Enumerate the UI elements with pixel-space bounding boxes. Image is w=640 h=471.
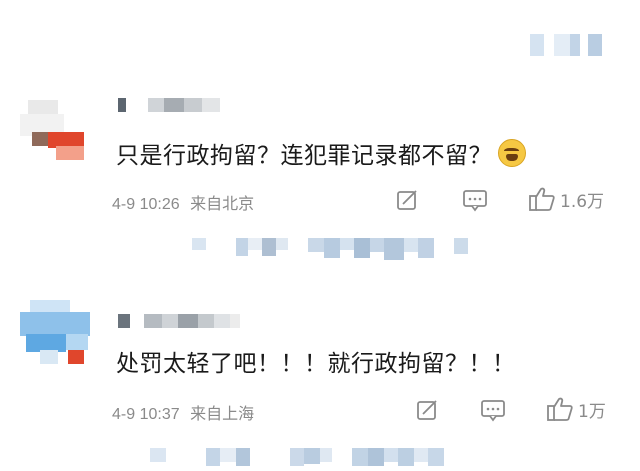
share-button[interactable]: [415, 398, 439, 422]
blurred-top-content: [530, 34, 602, 56]
comment-meta: 4-9 10:37 来自上海: [112, 400, 254, 424]
thumbs-up-icon: [547, 397, 573, 421]
share-icon: [417, 400, 437, 420]
crying-emoji-icon: [498, 139, 526, 167]
reply-button[interactable]: [462, 188, 488, 212]
blurred-reply-preview: [150, 448, 444, 466]
location: 来自北京: [190, 196, 255, 213]
reply-button[interactable]: [480, 398, 506, 422]
like-count: 1.6万: [560, 191, 605, 212]
share-icon: [397, 190, 417, 210]
comment-icon: [481, 400, 505, 422]
comment-icon: [463, 190, 487, 212]
like-button[interactable]: 1.6万: [528, 186, 604, 212]
comment-text: 只是行政拘留？连犯罪记录都不留？: [116, 136, 526, 170]
like-count: 1万: [578, 401, 606, 422]
timestamp: 4-9 10:37: [112, 406, 180, 423]
comment-meta: 4-9 10:26 来自北京: [112, 190, 254, 214]
share-button[interactable]: [395, 188, 419, 212]
blurred-reply-preview: [192, 238, 468, 260]
avatar[interactable]: [20, 96, 100, 160]
username-blurred[interactable]: [118, 98, 220, 112]
avatar[interactable]: [20, 300, 100, 364]
comment-text: 处罚太轻了吧！！！就行政拘留？！！: [116, 351, 516, 377]
thumbs-up-icon: [529, 187, 555, 211]
username-blurred[interactable]: [118, 314, 240, 328]
location: 来自上海: [190, 406, 255, 423]
timestamp: 4-9 10:26: [112, 196, 180, 213]
like-button[interactable]: 1万: [546, 396, 606, 422]
